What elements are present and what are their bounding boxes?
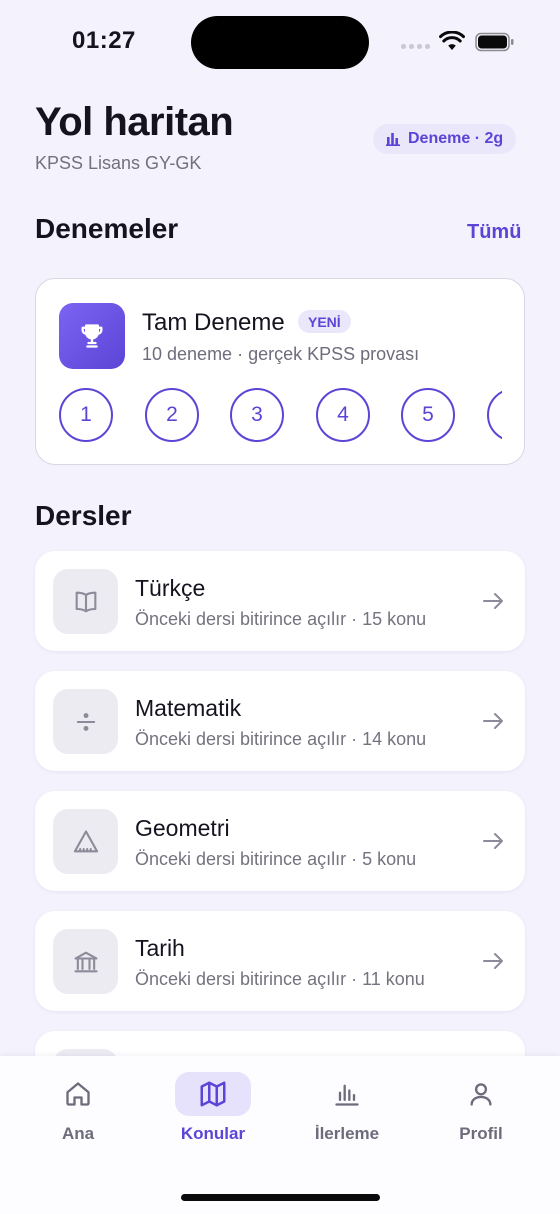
exam-countdown-label: Deneme · 2g	[408, 130, 504, 147]
nav-item-topics[interactable]: Konular	[158, 1072, 268, 1162]
exam-number-list: 1 2 3 4 5 6	[59, 388, 502, 444]
see-all-exams-link[interactable]: Tümü	[467, 221, 521, 244]
lesson-subtitle: Önceki dersi bitirince açılır · 15 konu	[135, 609, 427, 629]
nav-item-profile[interactable]: Profil	[426, 1072, 536, 1162]
lesson-subtitle: Önceki dersi bitirince açılır · 14 konu	[135, 729, 427, 749]
nav-label: Profil	[459, 1124, 503, 1143]
lesson-name: Geometri	[135, 815, 230, 841]
battery-icon	[475, 32, 514, 52]
exam-number-button[interactable]: 4	[316, 388, 370, 442]
lessons-section-title: Dersler	[35, 500, 132, 531]
bottom-nav: Ana Konular İlerleme Profil	[0, 1056, 560, 1214]
dynamic-island	[191, 16, 369, 69]
page-title: Yol haritan	[35, 100, 234, 144]
lesson-subtitle: Önceki dersi bitirince açılır · 5 konu	[135, 849, 417, 869]
book-icon	[75, 591, 96, 612]
landmark-icon	[73, 951, 98, 972]
user-icon	[470, 1083, 492, 1106]
lesson-card-turkce[interactable]: Türkçe Önceki dersi bitirince açılır · 1…	[35, 551, 525, 651]
nav-item-progress[interactable]: İlerleme	[292, 1072, 402, 1162]
home-indicator	[181, 1194, 380, 1201]
nav-label: Ana	[61, 1124, 95, 1143]
page-subtitle: KPSS Lisans GY-GK	[35, 153, 202, 173]
exam-number-button[interactable]: 6	[487, 388, 502, 442]
exam-number-button[interactable]: 5	[401, 388, 455, 442]
arrow-right-icon	[483, 833, 503, 849]
nav-item-home[interactable]: Ana	[23, 1072, 133, 1162]
cellular-signal-icon	[401, 44, 430, 49]
lesson-card-geometri[interactable]: Geometri Önceki dersi bitirince açılır ·…	[35, 791, 525, 891]
new-badge: YENİ	[298, 310, 351, 333]
lesson-name: Matematik	[135, 695, 242, 721]
exam-number-button[interactable]: 3	[230, 388, 284, 442]
exam-card-subtitle: 10 deneme · gerçek KPSS provası	[142, 344, 420, 364]
exam-card-title: Tam Deneme	[142, 309, 285, 336]
bar-chart-icon	[335, 1084, 359, 1106]
lesson-name: Tarih	[135, 935, 185, 961]
nav-label: Konular	[180, 1124, 246, 1143]
lesson-card-tarih[interactable]: Tarih Önceki dersi bitirince açılır · 11…	[35, 911, 525, 1011]
arrow-right-icon	[483, 593, 503, 609]
exam-countdown-badge[interactable]: Deneme · 2g	[373, 124, 517, 154]
status-time: 01:27	[72, 27, 136, 54]
home-icon	[66, 1082, 90, 1106]
divide-icon	[76, 712, 95, 731]
triangle-ruler-icon	[73, 829, 98, 852]
exam-number-button[interactable]: 2	[145, 388, 199, 442]
bar-chart-icon	[386, 133, 400, 146]
lesson-subtitle: Önceki dersi bitirince açılır · 11 konu	[135, 969, 425, 989]
arrow-right-icon	[483, 953, 503, 969]
nav-label: İlerleme	[314, 1124, 380, 1143]
exams-section-title: Denemeler	[35, 213, 179, 244]
arrow-right-icon	[483, 713, 503, 729]
trophy-icon	[81, 324, 103, 348]
exam-number-button[interactable]: 1	[59, 388, 113, 442]
trophy-icon-box	[59, 303, 125, 369]
status-bar: 01:27	[0, 0, 560, 84]
map-icon	[200, 1081, 226, 1107]
wifi-icon	[439, 31, 465, 50]
lesson-card-matematik[interactable]: Matematik Önceki dersi bitirince açılır …	[35, 671, 525, 771]
lesson-name: Türkçe	[135, 575, 206, 601]
full-exam-card[interactable]: Tam Deneme YENİ 10 deneme · gerçek KPSS …	[35, 278, 525, 465]
